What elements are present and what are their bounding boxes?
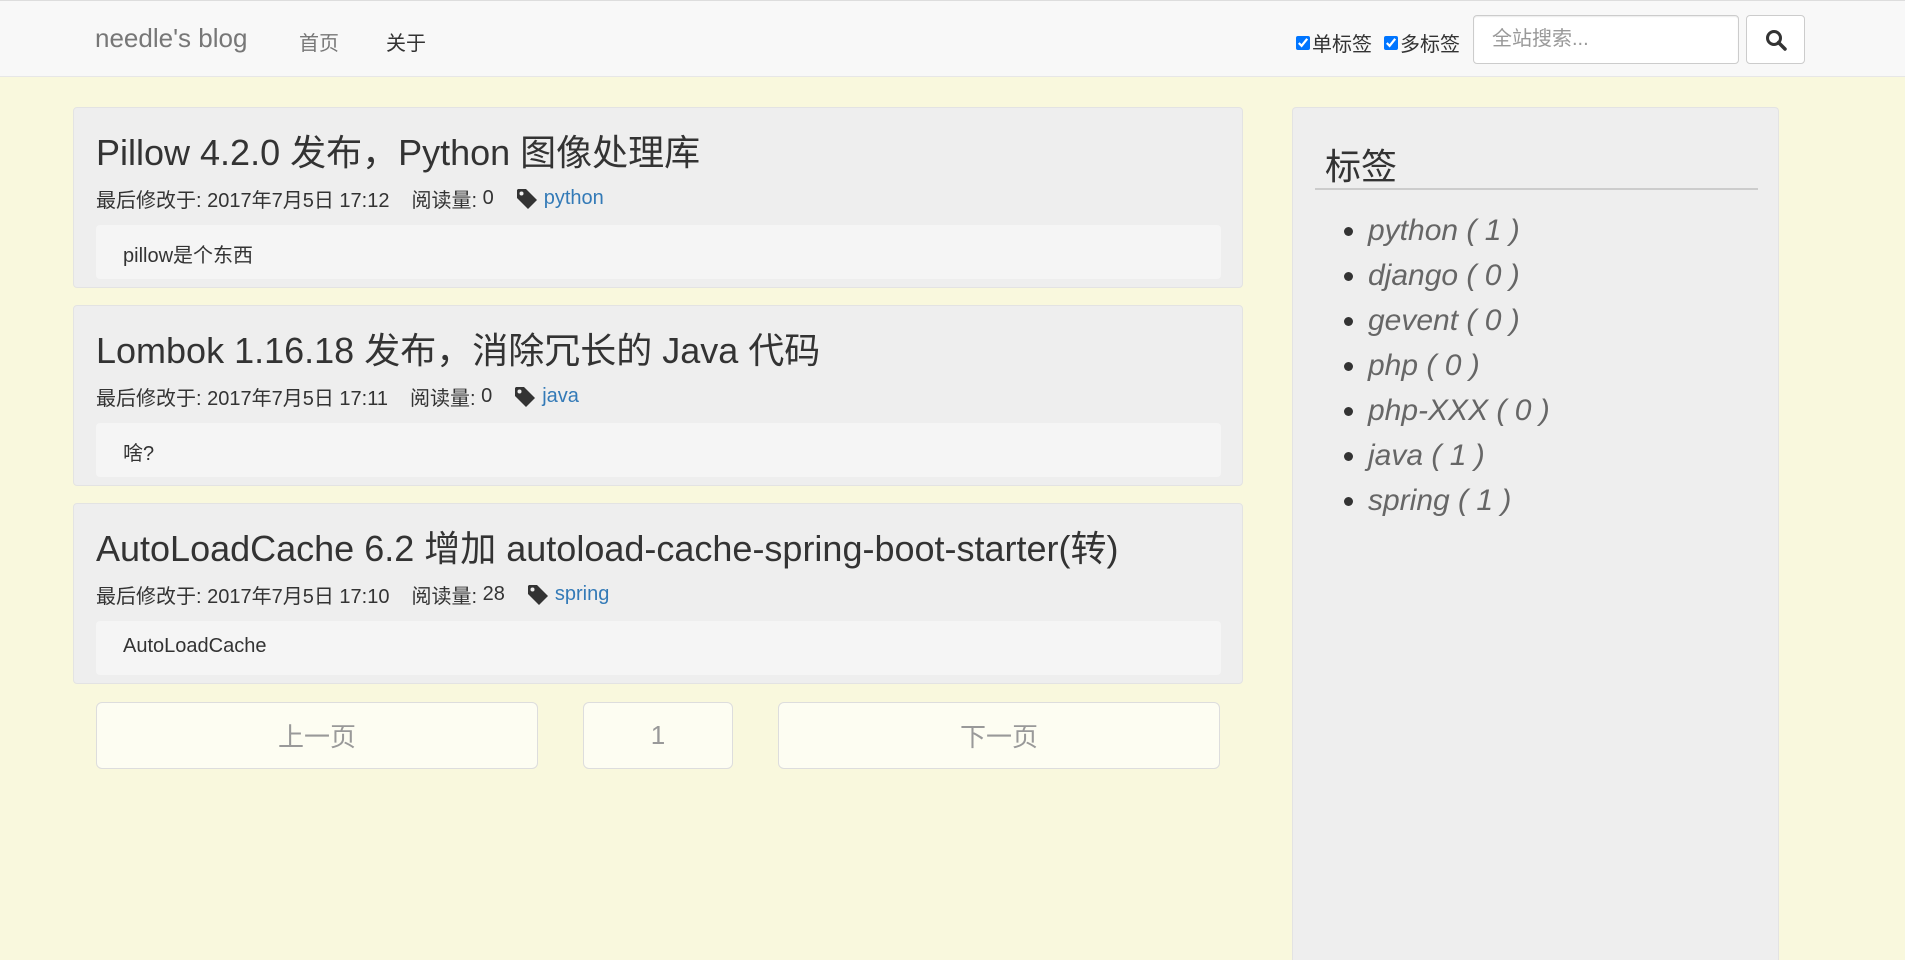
site-search-input[interactable] [1473,15,1739,64]
prev-page-button[interactable]: 上一页 [96,702,538,769]
top-navbar: needle's blog 首页 关于 单标签 多标签 [0,0,1905,77]
multi-tag-option[interactable]: 多标签 [1384,28,1460,57]
article-title-link[interactable]: Lombok 1.16.18 发布，消除冗长的 Java 代码 [96,322,820,374]
views-label: 阅读量: [409,388,476,410]
tag-list: python ( 1 ) django ( 0 ) gevent ( 0 ) p… [1341,208,1550,523]
single-tag-checkbox[interactable] [1296,35,1310,50]
tag-list-item[interactable]: php-XXX ( 0 ) [1368,388,1550,433]
sidebar-title: 标签 [1325,146,1398,187]
article-tag-link[interactable]: java [542,385,579,408]
views-count: 28 [482,583,505,605]
tag-list-item[interactable]: django ( 0 ) [1368,253,1550,298]
tag-icon [516,188,537,209]
multi-tag-checkbox[interactable] [1384,35,1398,50]
article-excerpt: AutoLoadCache [96,621,1221,675]
article-title-link[interactable]: Pillow 4.2.0 发布，Python 图像处理库 [96,124,700,176]
tag-icon [527,584,548,605]
views-label: 阅读量: [411,586,478,608]
article-card: Pillow 4.2.0 发布，Python 图像处理库 最后修改于: 2017… [73,107,1243,288]
single-tag-label: 单标签 [1312,34,1372,56]
search-button[interactable] [1746,15,1805,64]
current-page-button[interactable]: 1 [583,702,733,769]
article-tag-link[interactable]: spring [555,583,609,606]
modified-label: 最后修改于: [96,190,202,212]
tag-icon [515,386,536,407]
single-tag-option[interactable]: 单标签 [1296,28,1372,57]
views-count: 0 [481,385,493,407]
article-card: Lombok 1.16.18 发布，消除冗长的 Java 代码 最后修改于: 2… [73,305,1243,486]
article-card: AutoLoadCache 6.2 增加 autoload-cache-spri… [73,503,1243,684]
modified-date: 2017年7月5日 17:12 [207,190,390,212]
modified-label: 最后修改于: [96,388,202,410]
tags-sidebar: 标签 python ( 1 ) django ( 0 ) gevent ( 0 … [1292,107,1779,960]
article-meta: 最后修改于: 2017年7月5日 17:12 阅读量: 0 python [96,184,604,213]
article-excerpt: pillow是个东西 [96,225,1221,279]
tag-list-item[interactable]: java ( 1 ) [1368,433,1550,478]
nav-about-link[interactable]: 关于 [386,27,426,56]
modified-date: 2017年7月5日 17:10 [207,586,390,608]
tag-list-item[interactable]: spring ( 1 ) [1368,478,1550,523]
tag-list-item[interactable]: gevent ( 0 ) [1368,298,1550,343]
article-title-link[interactable]: AutoLoadCache 6.2 增加 autoload-cache-spri… [96,520,1119,572]
next-page-button[interactable]: 下一页 [778,702,1220,769]
views-count: 0 [482,187,494,209]
article-meta: 最后修改于: 2017年7月5日 17:10 阅读量: 28 spring [96,580,609,609]
modified-label: 最后修改于: [96,586,202,608]
article-meta: 最后修改于: 2017年7月5日 17:11 阅读量: 0 java [96,382,579,411]
multi-tag-label: 多标签 [1400,34,1460,56]
views-label: 阅读量: [411,190,478,212]
article-excerpt: 啥? [96,423,1221,477]
modified-date: 2017年7月5日 17:11 [207,388,388,410]
sidebar-divider [1315,188,1758,190]
tag-list-item[interactable]: python ( 1 ) [1368,208,1550,253]
tag-list-item[interactable]: php ( 0 ) [1368,343,1550,388]
article-tag-link[interactable]: python [544,187,604,210]
search-icon [1765,29,1787,51]
nav-home-link[interactable]: 首页 [299,27,339,56]
brand-link[interactable]: needle's blog [95,23,247,54]
